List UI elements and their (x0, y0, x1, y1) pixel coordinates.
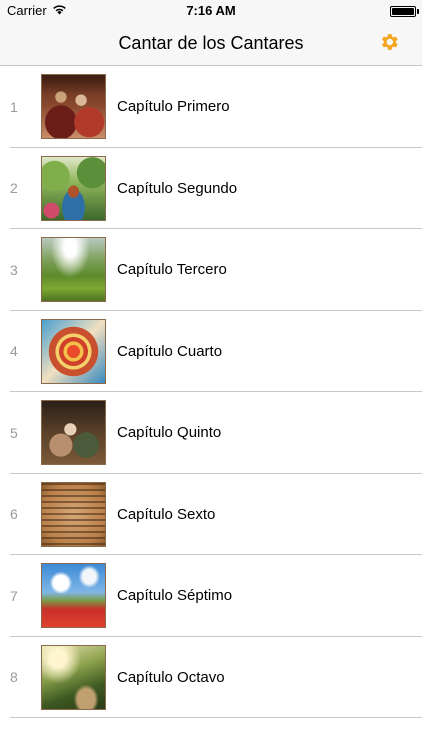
list-item[interactable]: 1 Capítulo Primero (0, 66, 422, 148)
chapter-thumbnail (41, 563, 106, 629)
chapter-label: Capítulo Tercero (117, 261, 227, 279)
list-item[interactable]: 8 Capítulo Octavo (0, 637, 422, 719)
battery-tip (417, 9, 419, 14)
battery-icon (390, 6, 416, 17)
list-item[interactable]: 2 Capítulo Segundo (0, 148, 422, 230)
chapter-label: Capítulo Cuarto (117, 342, 223, 360)
list-item[interactable]: 3 Capítulo Tercero (0, 229, 422, 311)
chapter-list: 1 Capítulo Primero 2 Capítulo Segundo 3 … (0, 66, 422, 718)
clock: 7:16 AM (186, 3, 236, 18)
chapter-label: Capítulo Octavo (117, 668, 225, 686)
chapter-thumbnail (41, 155, 106, 221)
row-number: 1 (10, 98, 18, 115)
list-item[interactable]: 7 Capítulo Séptimo (0, 555, 422, 637)
row-number: 2 (10, 180, 18, 197)
row-number: 3 (10, 261, 18, 278)
settings-button[interactable] (376, 31, 402, 57)
navigation-bar: Cantar de los Cantares (0, 22, 422, 66)
chapter-thumbnail (41, 318, 106, 384)
status-bar: Carrier 7:16 AM (0, 0, 422, 22)
chapter-label: Capítulo Segundo (117, 179, 238, 197)
list-item[interactable]: 5 Capítulo Quinto (0, 392, 422, 474)
list-item[interactable]: 4 Capítulo Cuarto (0, 311, 422, 393)
chapter-label: Capítulo Sexto (117, 505, 216, 523)
chapter-label: Capítulo Séptimo (117, 587, 233, 605)
chapter-thumbnail (41, 644, 106, 710)
row-number: 7 (10, 587, 18, 604)
chapter-thumbnail (41, 237, 106, 303)
chapter-thumbnail (41, 74, 106, 140)
row-number: 6 (10, 506, 18, 523)
row-number: 5 (10, 424, 18, 441)
chapter-label: Capítulo Primero (117, 98, 230, 116)
list-item[interactable]: 6 Capítulo Sexto (0, 474, 422, 556)
chapter-thumbnail (41, 481, 106, 547)
chapter-thumbnail (41, 400, 106, 466)
row-number: 4 (10, 343, 18, 360)
row-number: 8 (10, 669, 18, 686)
chapter-label: Capítulo Quinto (117, 424, 222, 442)
gear-icon (378, 31, 400, 58)
page-title: Cantar de los Cantares (118, 33, 304, 53)
